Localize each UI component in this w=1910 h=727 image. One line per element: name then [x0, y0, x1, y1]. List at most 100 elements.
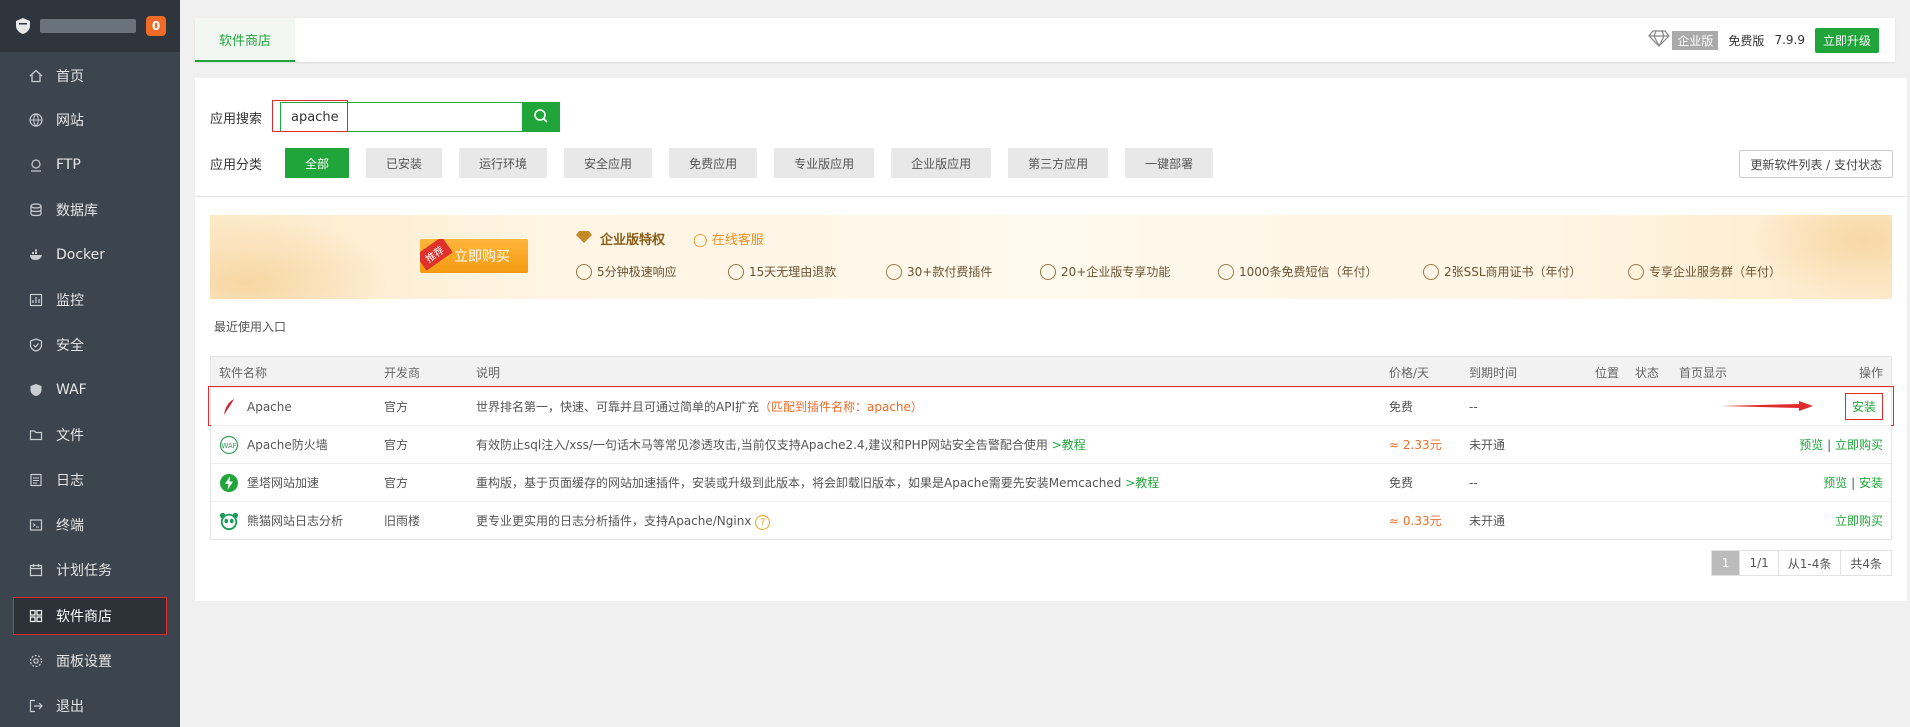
category-pro[interactable]: 专业版应用 [774, 148, 875, 178]
app-description: 更专业更实用的日志分析插件，支持Apache/Nginx ? [476, 512, 771, 530]
category-security[interactable]: 安全应用 [564, 148, 653, 178]
clock-icon [576, 263, 592, 280]
mail-icon [1218, 263, 1234, 280]
app-developer: 官方 [384, 476, 409, 490]
sidebar-item-home[interactable]: 首页 [14, 58, 166, 94]
header-name: 软件名称 [219, 365, 268, 380]
sidebar-item-label: 监控 [56, 293, 84, 309]
sidebar-item-app-store[interactable]: 软件商店 [13, 597, 167, 635]
sidebar-item-logout[interactable]: 退出 [14, 688, 166, 724]
sidebar-item-monitor[interactable]: 监控 [14, 282, 166, 318]
header-developer: 开发商 [384, 365, 421, 380]
header-position: 位置 [1595, 365, 1620, 380]
globe-icon [28, 112, 44, 128]
tutorial-link[interactable]: >教程 [1125, 476, 1159, 490]
sidebar-item-files[interactable]: 文件 [14, 417, 166, 453]
category-installed[interactable]: 已安装 [366, 148, 443, 178]
enterprise-badge[interactable]: 企业版 [1648, 29, 1719, 52]
preview-link[interactable]: 预览 [1823, 476, 1847, 490]
sidebar-item-database[interactable]: 数据库 [14, 192, 166, 228]
sidebar-item-label: WAF [56, 382, 87, 398]
feature-item: 30+款付费插件 [886, 263, 992, 280]
header-home-display: 首页显示 [1679, 365, 1728, 380]
search-button[interactable] [522, 102, 560, 132]
online-service-link[interactable]: ◯ 在线客服 [693, 229, 764, 248]
category-all[interactable]: 全部 [285, 148, 350, 178]
version-area: 企业版 免费版 7.9.9 立即升级 [1648, 18, 1879, 62]
table-row: Apache 官方 世界排名第一，快速、可靠并且可通过简单的API扩充（匹配到插… [208, 386, 1894, 426]
sidebar-item-label: 安全 [56, 338, 84, 354]
feature-label: 2张SSL商用证书（年付） [1444, 265, 1582, 279]
monitor-icon [28, 292, 44, 308]
category-row: 应用分类 全部 已安装 运行环境 安全应用 免费应用 专业版应用 企业版应用 第… [210, 148, 1230, 178]
upgrade-button[interactable]: 立即升级 [1814, 27, 1879, 53]
table-header: 软件名称 开发商 说明 价格/天 到期时间 位置 状态 首页显示 操作 [211, 357, 1891, 387]
page-current[interactable]: 1 [1711, 551, 1740, 575]
help-question-icon[interactable]: ? [755, 514, 771, 530]
category-third-party[interactable]: 第三方应用 [1008, 148, 1109, 178]
sidebar-item-logs[interactable]: 日志 [14, 462, 166, 498]
sidebar-item-label: FTP [56, 157, 81, 173]
folder-icon [28, 427, 44, 443]
sidebar-item-label: 终端 [56, 518, 84, 534]
category-free[interactable]: 免费应用 [669, 148, 758, 178]
buy-now-button[interactable]: 推荐 立即购买 [420, 239, 528, 273]
buy-now-link[interactable]: 立即购买 [1835, 438, 1883, 452]
sidebar-item-panel-settings[interactable]: 面板设置 [14, 643, 166, 679]
app-description: 重构版，基于页面缓存的网站加速插件，安装或升级到此版本，将会卸载旧版本，如果是A… [476, 474, 1159, 491]
main-panel: 应用搜索 apache 应用分类 全部 已安装 运行环境 安全应用 免费应用 专… [195, 78, 1907, 601]
notification-badge[interactable]: 0 [146, 16, 166, 36]
sidebar-header: 0 [0, 0, 180, 52]
panda-icon [219, 511, 239, 531]
logo-shield-icon [14, 16, 32, 36]
sidebar-item-security[interactable]: 安全 [14, 327, 166, 363]
desc-text: 更专业更实用的日志分析插件，支持Apache/Nginx [476, 513, 752, 528]
plugin-icon [886, 263, 902, 280]
sidebar-item-website[interactable]: 网站 [14, 102, 166, 138]
diamond-feature-icon [1040, 263, 1056, 280]
refresh-list-button[interactable]: 更新软件列表 / 支付状态 [1739, 150, 1893, 178]
enterprise-privilege-title: 企业版特权 [600, 233, 666, 248]
app-expire: -- [1469, 475, 1478, 490]
app-price: 免费 [1389, 400, 1414, 414]
tutorial-link[interactable]: >教程 [1052, 438, 1086, 452]
docker-icon [28, 247, 44, 263]
tab-app-store[interactable]: 软件商店 [195, 18, 295, 62]
banner-title-row: 企业版特权 ◯ 在线客服 [576, 229, 764, 248]
sidebar-item-ftp[interactable]: FTP [14, 147, 166, 183]
home-icon [28, 68, 44, 84]
install-button[interactable]: 安装 [1844, 393, 1883, 420]
preview-link[interactable]: 预览 [1799, 438, 1823, 452]
sidebar-item-terminal[interactable]: 终端 [14, 507, 166, 543]
feature-item: 15天无理由退款 [728, 263, 836, 280]
enterprise-label: 企业版 [1672, 30, 1719, 50]
category-runtime[interactable]: 运行环境 [459, 148, 548, 178]
crown-diamond-icon [576, 230, 592, 248]
edition-label: 免费版 [1728, 33, 1765, 48]
sidebar-item-label: 日志 [56, 473, 84, 489]
diamond-icon [1648, 29, 1671, 52]
apache-feather-icon [219, 397, 239, 417]
feature-item: 1000条免费短信（年付） [1218, 263, 1378, 280]
sidebar-item-waf[interactable]: WAF [14, 372, 166, 408]
install-link[interactable]: 安装 [1859, 476, 1883, 490]
sidebar-item-label: 首页 [56, 69, 84, 85]
category-label: 应用分类 [210, 157, 263, 173]
buy-now-link[interactable]: 立即购买 [1835, 514, 1883, 528]
category-one-click[interactable]: 一键部署 [1125, 148, 1214, 178]
app-operation: 立即购买 [1835, 512, 1883, 529]
sidebar-item-docker[interactable]: Docker [14, 237, 166, 273]
app-expire: 未开通 [1469, 514, 1506, 528]
server-ip-masked [40, 19, 136, 33]
header-price: 价格/天 [1389, 365, 1430, 380]
app-name-cell: WAF Apache防火墙 [219, 435, 328, 455]
header-operation: 操作 [1858, 365, 1883, 380]
search-icon [533, 108, 549, 127]
row-highlight-box [208, 386, 1894, 426]
sidebar-item-cron[interactable]: 计划任务 [14, 552, 166, 588]
search-input[interactable]: apache [272, 100, 522, 132]
category-enterprise[interactable]: 企业版应用 [891, 148, 992, 178]
match-note: （匹配到插件名称：apache） [759, 400, 923, 414]
waf-shield-icon [28, 382, 44, 398]
app-operation: 安装 [1844, 393, 1883, 420]
